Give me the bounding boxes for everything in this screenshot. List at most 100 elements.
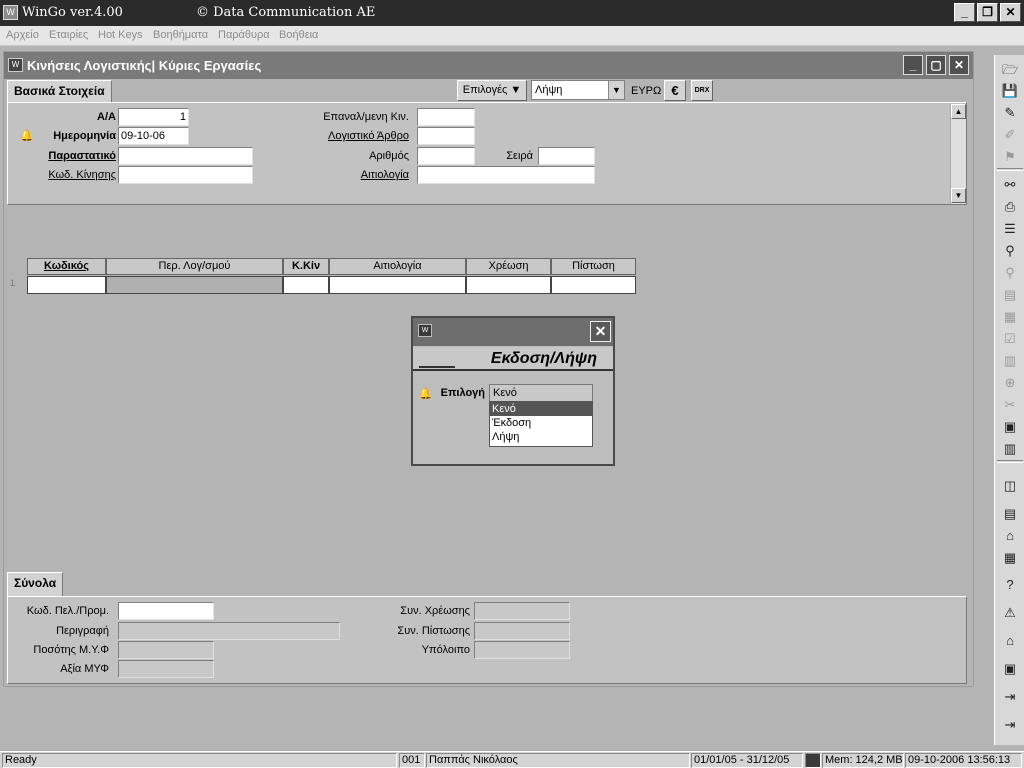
type-select[interactable]: Λήψη ▼: [531, 80, 625, 100]
building-icon[interactable]: ⌂: [1001, 632, 1019, 649]
reason-field[interactable]: [417, 166, 595, 184]
document-icon[interactable]: ▤: [1001, 286, 1019, 303]
chart-icon[interactable]: ▥: [1001, 352, 1019, 369]
help-icon[interactable]: ?: [1001, 576, 1019, 593]
totals-panel: Κωδ. Πελ./Προμ. Περιγραφή Ποσότης Μ.Υ.Φ …: [7, 596, 967, 684]
status-period: 01/01/05 - 31/12/05: [691, 753, 803, 768]
option-receive[interactable]: Λήψη: [490, 430, 592, 444]
stack-icon[interactable]: ☰: [1001, 220, 1019, 237]
description-field: [118, 622, 340, 640]
barcode-icon[interactable]: ▥: [1001, 440, 1019, 457]
grid-cell-credit[interactable]: [551, 276, 636, 294]
menu-hotkeys[interactable]: Hot Keys: [98, 29, 143, 41]
edit-icon[interactable]: ▦: [1001, 308, 1019, 325]
menu-bar: Αρχείο Εταιρίες Hot Keys Βοηθήματα Παράθ…: [0, 26, 1024, 46]
myf-quantity-field: [118, 641, 214, 659]
child-window-icon: W: [8, 58, 23, 72]
grid-header-move-code[interactable]: Κ.Κίν: [283, 258, 329, 275]
brush-icon[interactable]: ✐: [1001, 126, 1019, 143]
child-maximize-button[interactable]: ▢: [926, 55, 946, 75]
scroll-up-icon[interactable]: ▲: [951, 104, 966, 119]
save-icon[interactable]: 💾: [1001, 82, 1019, 99]
checklist-icon[interactable]: ☑: [1001, 330, 1019, 347]
app-minimize-button[interactable]: _: [954, 3, 975, 22]
document-type-field[interactable]: [118, 147, 253, 165]
app-restore-button[interactable]: ❐: [977, 3, 998, 22]
aa-field[interactable]: 1: [118, 108, 189, 126]
child-title-bar: W Κινήσεις Λογιστικής| Κύριες Εργασίες _…: [4, 52, 973, 79]
selection-combo[interactable]: Κενό: [489, 384, 593, 402]
exit-icon[interactable]: ⇥: [1001, 688, 1019, 705]
issue-receive-dialog: W ✕ Εκδοση/Λήψη 🔔 Επιλογή Κενό Κενό Έκδο…: [411, 316, 615, 466]
grid-cell-reason[interactable]: [329, 276, 466, 294]
dialog-heading: Εκδοση/Λήψη: [413, 347, 613, 371]
balance-field: [474, 641, 570, 659]
binoculars-icon[interactable]: ⚯: [1001, 176, 1019, 193]
basic-scrollbar[interactable]: ▲ ▼: [950, 104, 966, 204]
scroll-down-icon[interactable]: ▼: [951, 188, 966, 203]
status-indicator: [805, 753, 821, 768]
grid-header-credit[interactable]: Πίστωση: [551, 258, 636, 275]
menu-help[interactable]: Βοήθεια: [279, 29, 318, 41]
bank-icon[interactable]: ⌂: [1001, 527, 1019, 544]
open-folder-icon[interactable]: 🗁: [1001, 61, 1019, 78]
euro-icon[interactable]: €: [664, 80, 686, 101]
printer-icon[interactable]: ⎙: [1001, 198, 1019, 215]
child-close-button[interactable]: ✕: [949, 55, 969, 75]
flag-icon[interactable]: ⚑: [1001, 148, 1019, 165]
child-minimize-button[interactable]: _: [903, 55, 923, 75]
myf-quantity-label: Ποσότης Μ.Υ.Φ: [33, 644, 109, 656]
repeating-movement-field[interactable]: [417, 108, 475, 126]
grid-header-period[interactable]: Περ. Λογ/σμού: [106, 258, 283, 275]
columns-icon[interactable]: ◫: [1001, 477, 1019, 494]
grid-cell-period: [106, 276, 283, 294]
option-empty[interactable]: Κενό: [490, 402, 592, 416]
app-title: WinGo ver.4.00: [22, 5, 123, 20]
chevron-down-icon[interactable]: ▼: [608, 81, 624, 99]
type-select-value: Λήψη: [535, 84, 563, 96]
eraser-icon[interactable]: ✎: [1001, 104, 1019, 121]
preview-icon[interactable]: ▣: [1001, 660, 1019, 677]
grid-header-code[interactable]: Κωδικός: [27, 258, 106, 275]
tools-icon[interactable]: ✂: [1001, 396, 1019, 413]
zoom-icon[interactable]: ⊕: [1001, 374, 1019, 391]
app-icon: W: [3, 5, 18, 20]
number-field[interactable]: [417, 147, 475, 165]
menu-file[interactable]: Αρχείο: [6, 29, 39, 41]
accounting-article-link[interactable]: Λογιστικό Άρθρο: [258, 130, 409, 142]
movement-code-field[interactable]: [118, 166, 253, 184]
logout-icon[interactable]: ⇥: [1001, 716, 1019, 733]
calculator-icon[interactable]: ▦: [1001, 549, 1019, 566]
drx-button[interactable]: DRX: [691, 80, 713, 101]
grid-header-reason[interactable]: Αιτιολογία: [329, 258, 466, 275]
grid-cell-code[interactable]: [27, 276, 106, 294]
client-code-field[interactable]: [118, 602, 214, 620]
series-field[interactable]: [538, 147, 595, 165]
menu-tools[interactable]: Βοηθήματα: [153, 29, 208, 41]
grid-header-debit[interactable]: Χρέωση: [466, 258, 551, 275]
ledger-icon[interactable]: ▤: [1001, 505, 1019, 522]
options-button[interactable]: Επιλογές ▼: [457, 80, 527, 101]
grid-cell-move-code[interactable]: [283, 276, 329, 294]
menu-windows[interactable]: Παράθυρα: [218, 29, 270, 41]
reason-link[interactable]: Αιτιολογία: [258, 169, 409, 181]
balance-label: Υπόλοιπο: [421, 644, 470, 656]
movement-code-link[interactable]: Κωδ. Κίνησης: [8, 169, 116, 181]
status-datetime: 09-10-2006 13:56:13: [905, 753, 1022, 768]
tab-totals[interactable]: Σύνολα: [7, 572, 64, 596]
app-close-button[interactable]: ✕: [1000, 3, 1021, 22]
warning-icon[interactable]: ⚠: [1001, 604, 1019, 621]
pin-icon[interactable]: ⚲: [1001, 264, 1019, 281]
accounting-article-field[interactable]: [417, 127, 475, 145]
dialog-close-button[interactable]: ✕: [590, 321, 611, 342]
date-field[interactable]: 09-10-06: [118, 127, 189, 145]
status-memory: Mem: 124,2 MB: [822, 753, 904, 768]
option-issue[interactable]: Έκδοση: [490, 416, 592, 430]
document-type-link[interactable]: Παραστατικό: [8, 150, 116, 162]
tab-basic-info[interactable]: Βασικά Στοιχεία: [7, 80, 112, 102]
grid-row-number: 1: [10, 278, 16, 288]
menu-companies[interactable]: Εταιρίες: [49, 29, 88, 41]
search-icon[interactable]: ⚲: [1001, 242, 1019, 259]
grid-cell-debit[interactable]: [466, 276, 551, 294]
report-icon[interactable]: ▣: [1001, 418, 1019, 435]
